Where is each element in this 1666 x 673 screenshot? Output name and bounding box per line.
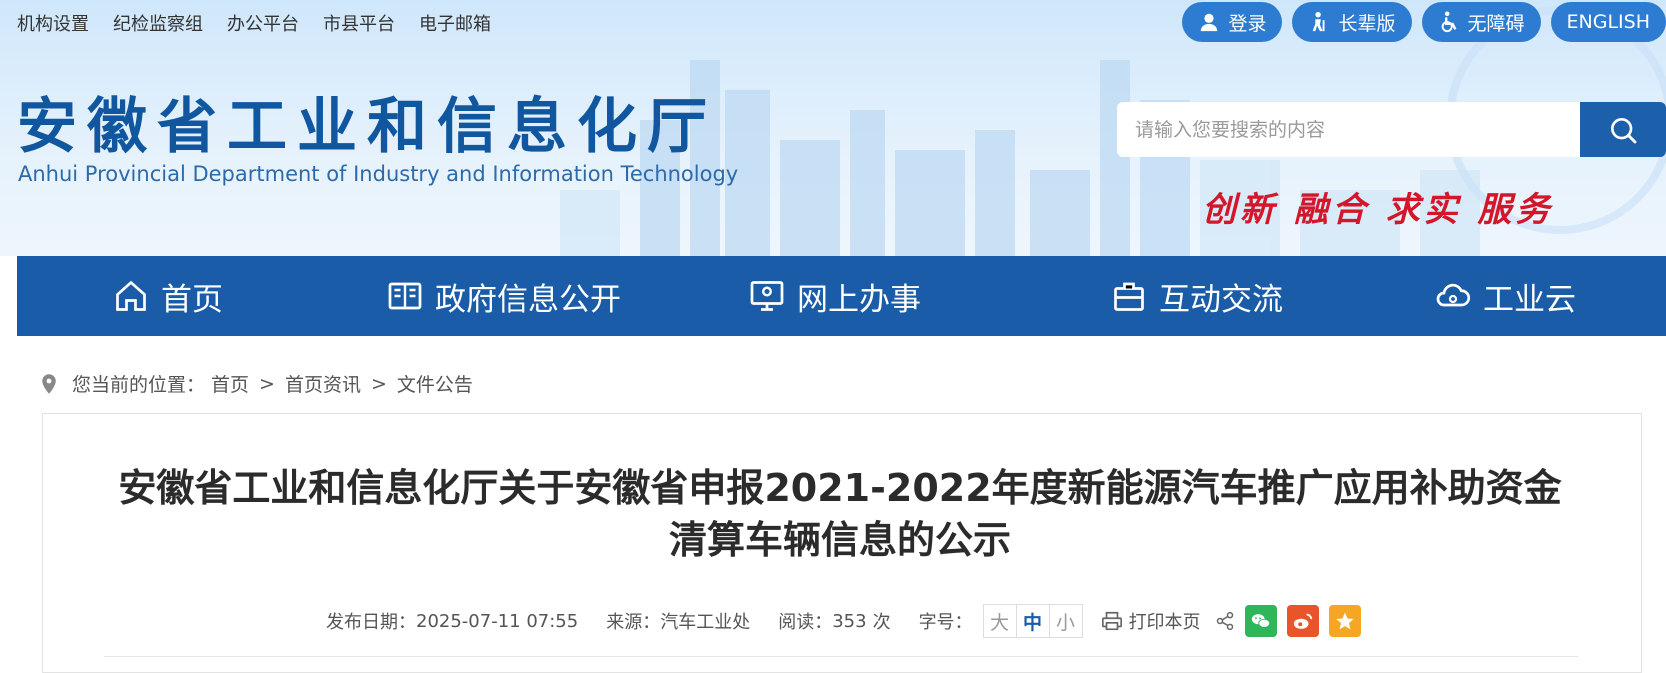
views-unit: 次 [872,612,891,633]
fontsize-label: 字号： [918,612,973,633]
search-button[interactable] [1580,102,1666,157]
favorite-button[interactable] [1328,605,1361,637]
publish-date: 2025-07-11 07:55 [416,610,579,632]
print-label: 打印本页 [1128,612,1201,633]
wechat-icon [1251,614,1270,628]
nav-gov-info-label: 政府信息公开 [435,281,621,318]
briefcase-icon [1114,282,1144,311]
search-icon [1611,117,1637,143]
breadcrumb-news[interactable]: 首页资讯 [285,370,361,397]
site-slogan: 创新 融合 求实 服务 [1202,190,1554,230]
home-icon [116,280,146,311]
elder-mode-button[interactable]: 长辈版 [1292,2,1412,42]
article-meta: 发布日期： 2025-07-11 07:55 来源： 汽车工业处 阅读： 353… [326,604,1361,638]
wheelchair-icon [1441,11,1456,33]
breadcrumb-prefix: 您当前的位置： [72,374,206,396]
breadcrumb-home[interactable]: 首页 [211,370,249,397]
english-label: ENGLISH [1566,11,1650,33]
breadcrumb: 您当前的位置： 首页 > 首页资讯 > 文件公告 [40,370,473,397]
cloud-gear-icon [1436,283,1471,307]
views-label: 阅读： [778,612,833,633]
nav-home-label: 首页 [161,281,223,318]
search-input[interactable] [1117,102,1580,157]
top-link-office[interactable]: 办公平台 [227,10,299,36]
accessibility-button[interactable]: 无障碍 [1421,2,1541,42]
location-pin-icon [42,373,56,394]
search-bar [1117,102,1666,157]
main-nav: 首页 政府信息公开 网上办事 互动交流 工业云 [17,256,1666,336]
book-icon [388,282,422,310]
article-title: 安徽省工业和信息化厅关于安徽省申报2021-2022年度新能源汽车推广应用补助资… [118,466,1562,562]
fontsize-switcher: 大 中 小 [982,604,1083,638]
nav-home[interactable]: 首页 [113,256,223,336]
printer-icon [1101,611,1122,631]
user-icon [1201,13,1218,32]
top-link-city-county[interactable]: 市县平台 [323,10,395,36]
login-label: 登录 [1228,12,1267,35]
accessibility-label: 无障碍 [1467,12,1525,35]
share-weibo-button[interactable] [1286,605,1319,637]
nav-interaction[interactable]: 互动交流 [1111,256,1283,336]
nav-industry-cloud[interactable]: 工业云 [1435,256,1576,336]
top-links: 机构设置 纪检监察组 办公平台 市县平台 电子邮箱 [17,10,491,36]
nav-interaction-label: 互动交流 [1159,281,1283,318]
nav-online-service[interactable]: 网上办事 [749,256,921,336]
fontsize-medium[interactable]: 中 [1017,605,1050,637]
weibo-icon [1293,613,1312,629]
source-label: 来源： [606,612,661,633]
elder-mode-label: 长辈版 [1338,12,1396,35]
share-wechat-button[interactable] [1244,605,1277,637]
view-count: 353 [832,610,867,632]
star-icon [1335,612,1354,630]
site-title: 安徽省工业和信息化厅 [17,92,717,162]
share-icon [1216,611,1233,631]
nav-gov-info[interactable]: 政府信息公开 [387,256,621,336]
english-button[interactable]: ENGLISH [1550,2,1666,42]
nav-industry-cloud-label: 工业云 [1483,281,1576,318]
print-button[interactable]: 打印本页 [1101,608,1201,634]
top-link-discipline[interactable]: 纪检监察组 [113,10,203,36]
top-link-org[interactable]: 机构设置 [17,10,89,36]
nav-online-service-label: 网上办事 [797,281,921,318]
share-group [1215,605,1361,637]
login-button[interactable]: 登录 [1182,2,1283,42]
article-source: 汽车工业处 [660,612,751,633]
breadcrumb-separator: > [259,372,275,395]
elder-icon [1313,11,1325,32]
meta-divider [104,656,1578,657]
fontsize-large[interactable]: 大 [984,605,1017,637]
breadcrumb-announcements[interactable]: 文件公告 [397,370,473,397]
monitor-icon [750,281,784,311]
top-pills: 登录 长辈版 无障碍 ENGLISH [1182,2,1666,42]
site-title-english: Anhui Provincial Department of Industry … [18,162,739,186]
date-label: 发布日期： [326,612,416,633]
top-link-email[interactable]: 电子邮箱 [419,10,491,36]
breadcrumb-separator: > [370,372,387,395]
site-header: 机构设置 纪检监察组 办公平台 市县平台 电子邮箱 登录 长辈版 无障碍 ENG… [0,0,1666,256]
fontsize-small[interactable]: 小 [1050,605,1082,637]
